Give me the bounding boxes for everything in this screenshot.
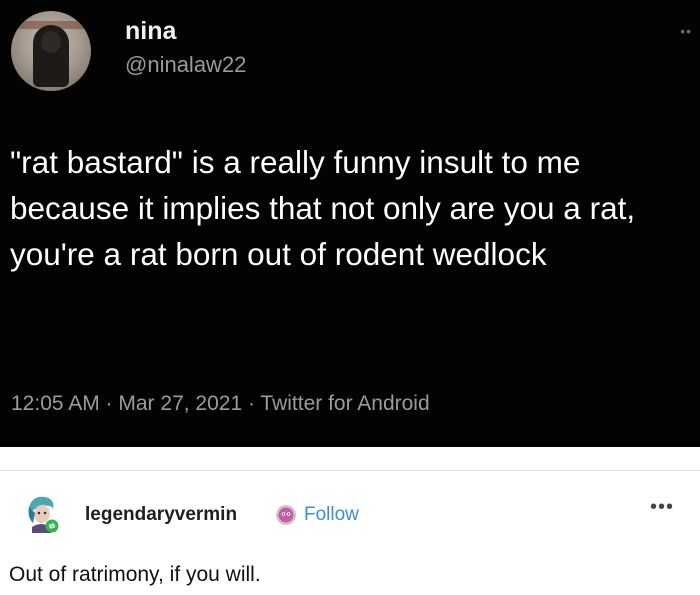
reply-avatar[interactable] bbox=[21, 493, 61, 533]
divider bbox=[0, 470, 700, 471]
tweet-avatar[interactable] bbox=[11, 11, 91, 91]
reblog-icon bbox=[45, 519, 59, 533]
tweet-more-icon[interactable]: •• bbox=[680, 23, 692, 39]
reply-text: Out of ratrimony, if you will. bbox=[9, 563, 261, 586]
reply-more-icon[interactable]: ••• bbox=[650, 496, 674, 519]
follow-button[interactable]: Follow bbox=[304, 504, 359, 526]
tweet-text: "rat bastard" is a really funny insult t… bbox=[10, 144, 636, 272]
tweet-meta: 12:05 AM · Mar 27, 2021 · Twitter for An… bbox=[11, 392, 430, 415]
pink-badge-icon bbox=[276, 505, 296, 525]
tweet-handle[interactable]: @ninalaw22 bbox=[125, 52, 246, 78]
tweet-screenshot: nina @ninalaw22 •• "rat bastard" is a re… bbox=[0, 0, 700, 447]
reply-author[interactable]: legendaryvermin bbox=[85, 504, 237, 526]
tweet-display-name[interactable]: nina bbox=[125, 17, 176, 46]
